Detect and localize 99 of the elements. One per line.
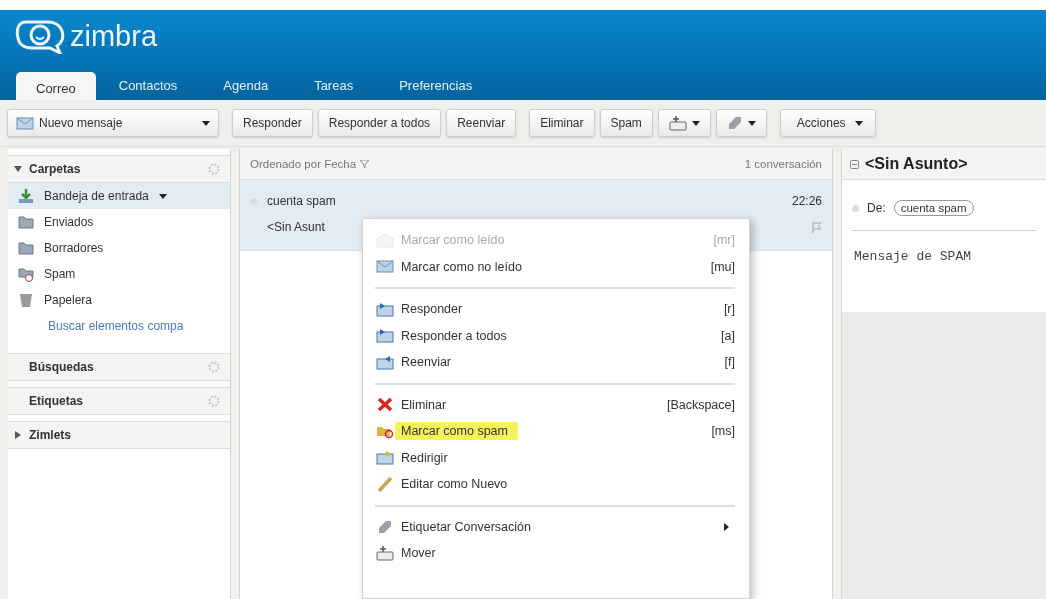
menu-item[interactable]: Responder a todos [a] xyxy=(375,322,735,349)
envelope-icon xyxy=(376,232,394,248)
reply-envelope-icon xyxy=(376,301,394,317)
envelope-icon xyxy=(16,115,34,131)
menu-item[interactable]: Etiquetar Conversación xyxy=(375,513,735,540)
message-sender: cuenta spam xyxy=(267,194,336,208)
tag-icon xyxy=(726,115,743,131)
section-header[interactable]: Etiquetas xyxy=(8,387,230,415)
folder-label: Papelera xyxy=(44,293,93,307)
sort-funnel-icon[interactable] xyxy=(360,160,370,168)
highlighted-label: Marcar como spam xyxy=(395,422,518,441)
caret-icon xyxy=(747,120,756,126)
menu-label: Marcar como no leído xyxy=(401,259,522,274)
caret-icon xyxy=(202,120,210,126)
folder-item[interactable]: Papelera xyxy=(8,287,230,313)
folder-item[interactable]: Bandeja de entrada xyxy=(8,183,230,209)
toolbar-button[interactable]: Responder xyxy=(232,109,313,137)
sort-label[interactable]: Ordenado por Fecha xyxy=(250,158,357,170)
menu-item[interactable]: Responder [r] xyxy=(375,296,735,323)
menu-label: Responder xyxy=(401,302,463,317)
pencil-icon xyxy=(377,476,393,493)
message-subject: <Sin Asunt xyxy=(266,220,325,234)
menu-label: Mover xyxy=(401,546,436,561)
menu-label: Etiquetar Conversación xyxy=(401,519,531,534)
toolbar-button[interactable]: Eliminar xyxy=(529,109,595,137)
smiley-logo-icon xyxy=(14,18,66,54)
folder-label: Enviados xyxy=(44,215,94,229)
section-title: Carpetas xyxy=(29,162,81,176)
section-header[interactable]: Zimlets xyxy=(8,421,230,449)
search-shared-link[interactable]: Buscar elementos compa xyxy=(8,313,230,347)
menu-item[interactable]: Reenviar [f] xyxy=(375,349,735,376)
collapse-arrow-icon[interactable] xyxy=(14,165,22,173)
section-title: Zimlets xyxy=(29,428,71,442)
trash-icon xyxy=(18,292,34,308)
toolbar-button[interactable]: Responder a todos xyxy=(317,109,442,137)
menu-label: Redirigir xyxy=(401,450,448,465)
menu-item[interactable]: Marcar como no leído [mu] xyxy=(375,253,735,280)
tag-icon xyxy=(377,518,393,535)
download-tray-icon xyxy=(18,188,34,204)
folder-label: Borradores xyxy=(44,241,104,255)
forward-envelope-icon xyxy=(376,354,394,370)
status-dot-icon xyxy=(852,204,859,212)
section-header[interactable]: Carpetas xyxy=(8,155,230,183)
new-message-button[interactable]: Nuevo mensaje xyxy=(7,109,219,137)
folder-icon xyxy=(18,214,34,230)
move-button[interactable] xyxy=(657,109,711,137)
shortcut-label: [mr] xyxy=(713,233,735,248)
section-header[interactable]: Búsquedas xyxy=(8,353,230,381)
collapse-icon[interactable] xyxy=(850,159,859,169)
folder-icon xyxy=(18,240,34,256)
folder-item[interactable]: Enviados xyxy=(8,209,230,235)
shortcut-label: [Backspace] xyxy=(666,397,735,412)
nav-tab[interactable]: Tareas xyxy=(291,70,377,100)
shortcut-label: [f] xyxy=(724,355,735,370)
folder-item[interactable]: Borradores xyxy=(8,235,230,261)
menu-item[interactable]: Mover xyxy=(375,540,735,567)
folder-label: Spam xyxy=(44,267,76,281)
menu-item[interactable]: Eliminar [Backspace] xyxy=(375,391,735,418)
tag-button[interactable] xyxy=(715,109,767,137)
redirect-envelope-icon xyxy=(376,450,394,466)
nav-tab[interactable]: Preferencias xyxy=(376,70,496,100)
folder-label: Bandeja de entrada xyxy=(44,189,149,203)
message-title: <Sin Asunto> xyxy=(865,155,968,173)
menu-label: Marcar como leído xyxy=(401,233,505,248)
toolbar-button[interactable]: Reenviar xyxy=(446,109,517,137)
actions-button[interactable]: Acciones xyxy=(779,109,876,137)
toolbar-button[interactable]: Spam xyxy=(599,109,653,137)
section-title: Búsquedas xyxy=(29,360,94,374)
conversation-count: 1 conversación xyxy=(744,158,822,170)
section-title: Etiquetas xyxy=(29,394,83,408)
message-time: 22:26 xyxy=(791,194,822,208)
menu-label: Editar como Nuevo xyxy=(401,477,508,492)
folder-item[interactable]: Spam xyxy=(8,261,230,287)
nav-tab[interactable]: Agenda xyxy=(200,70,292,100)
caret-icon xyxy=(691,120,700,126)
menu-item[interactable]: Marcar como spam [ms] xyxy=(375,418,735,445)
delete-x-icon xyxy=(377,397,393,413)
message-body: Mensaje de SPAM xyxy=(842,231,1046,312)
shortcut-label: [r] xyxy=(723,302,735,317)
dropdown-caret-icon xyxy=(158,193,167,199)
reply-envelope-icon xyxy=(376,328,394,344)
expand-arrow-icon[interactable] xyxy=(14,431,22,439)
shortcut-label: [ms] xyxy=(711,424,735,439)
menu-item[interactable]: Editar como Nuevo xyxy=(375,471,735,498)
menu-label: Reenviar xyxy=(401,355,452,370)
shortcut-label: [mu] xyxy=(710,259,735,274)
envelope-icon xyxy=(376,259,394,275)
caret-icon xyxy=(854,120,863,126)
nav-tab[interactable]: Contactos xyxy=(95,70,201,100)
from-label: De: xyxy=(867,201,886,215)
folder-icon xyxy=(18,266,34,282)
app-logo-text: zimbra xyxy=(70,21,157,51)
menu-item[interactable]: Redirigir xyxy=(375,444,735,471)
menu-label: Responder a todos xyxy=(401,328,507,343)
nav-tab[interactable]: Correo xyxy=(16,72,96,100)
shortcut-label: [a] xyxy=(721,328,735,343)
submenu-arrow-icon xyxy=(724,522,729,531)
menu-label: Eliminar xyxy=(401,397,447,412)
flag-icon[interactable] xyxy=(812,221,822,233)
